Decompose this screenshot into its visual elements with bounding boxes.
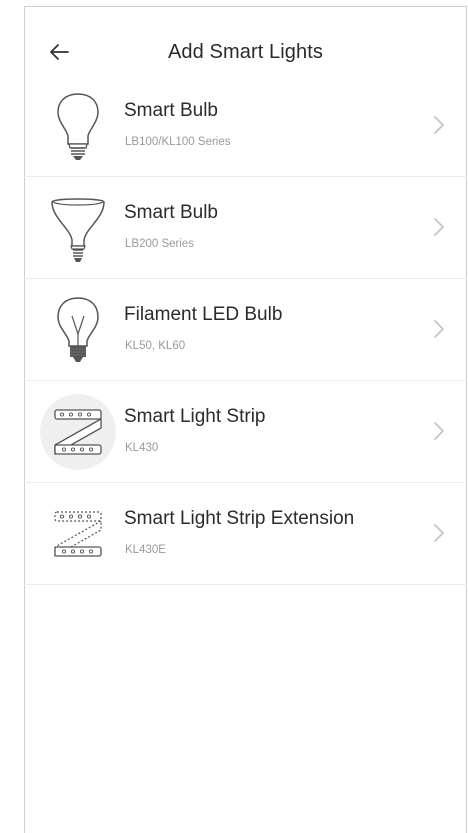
product-name: Smart Bulb <box>124 100 218 121</box>
chevron-right-icon <box>434 116 444 134</box>
product-name: Smart Light Strip <box>124 406 266 427</box>
chevron-right-icon <box>434 320 444 338</box>
product-name: Smart Bulb <box>124 202 218 223</box>
product-thumbnail <box>40 88 116 164</box>
product-name: Smart Light Strip Extension <box>124 508 355 529</box>
product-thumbnail <box>40 496 116 572</box>
list-item-smart-bulb-lb200[interactable]: Smart Bulb LB200 Series <box>24 177 467 279</box>
list-item-filament-led-bulb[interactable]: Filament LED Bulb KL50, KL60 <box>24 279 467 381</box>
filament-bulb-icon <box>57 297 99 362</box>
light-strip-icon <box>54 409 102 456</box>
light-strip-extension-icon <box>54 511 102 558</box>
product-model: KL430E <box>125 544 166 556</box>
a19-bulb-icon <box>57 93 99 160</box>
page-title: Add Smart Lights <box>167 41 323 63</box>
chevron-right-icon <box>434 422 444 440</box>
product-thumbnail <box>40 292 116 368</box>
product-list: Smart Bulb LB100/KL100 Series Smart Bulb… <box>24 75 467 585</box>
list-item-smart-bulb-lb100[interactable]: Smart Bulb LB100/KL100 Series <box>24 75 467 177</box>
product-model: LB100/KL100 Series <box>125 136 231 148</box>
product-model: KL50, KL60 <box>125 340 186 352</box>
chevron-right-icon <box>434 524 444 542</box>
product-name: Filament LED Bulb <box>124 304 283 325</box>
product-model: KL430 <box>125 442 159 454</box>
br30-bulb-icon <box>51 198 105 262</box>
list-item-smart-light-strip-extension[interactable]: Smart Light Strip Extension KL430E <box>24 483 467 585</box>
list-item-smart-light-strip[interactable]: Smart Light Strip KL430 <box>24 381 467 483</box>
chevron-right-icon <box>434 218 444 236</box>
product-model: LB200 Series <box>125 238 195 250</box>
product-thumbnail <box>40 190 116 266</box>
header: Add Smart Lights <box>24 7 467 79</box>
product-thumbnail <box>40 394 116 470</box>
